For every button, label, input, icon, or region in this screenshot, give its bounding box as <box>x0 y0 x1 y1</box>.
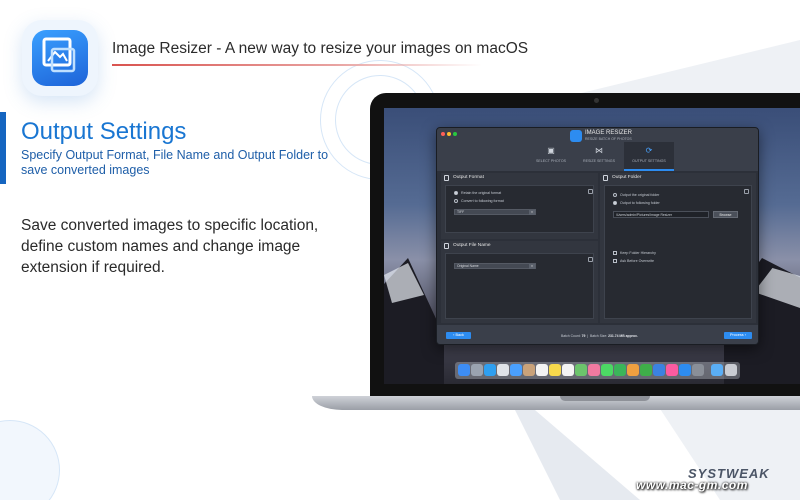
output-format-title: Output Format <box>453 175 484 180</box>
reminders-icon[interactable] <box>562 364 574 376</box>
info-icon[interactable] <box>744 189 749 194</box>
output-file-name-panel: Output File Name Original Name ▾ <box>441 241 598 323</box>
file-name-select[interactable]: Original Name ▾ <box>454 263 536 269</box>
tab-resize-settings[interactable]: ⋈ RESIZE SETTINGS <box>574 142 624 171</box>
photos-app-icon[interactable] <box>588 364 600 376</box>
laptop-notch <box>560 396 650 401</box>
batch-info: Batch Count: 79 | Batch Size: 231.74 MB … <box>561 334 638 338</box>
app-title: IMAGE RESIZER <box>585 130 633 136</box>
radio-convert-format[interactable] <box>454 199 458 203</box>
system-preferences-icon[interactable] <box>692 364 704 376</box>
feature-title: Output Settings <box>21 118 187 145</box>
page-tagline: Image Resizer - A new way to resize your… <box>112 40 529 57</box>
folder-icon[interactable] <box>711 364 723 376</box>
safari-icon[interactable] <box>484 364 496 376</box>
numbers-icon[interactable] <box>640 364 652 376</box>
output-file-name-box: Original Name ▾ <box>445 253 594 319</box>
close-window-button[interactable] <box>441 132 445 136</box>
keep-hierarchy-label: Keep Folder Hierarchy <box>620 251 656 255</box>
radio-original-folder-label: Output the original folder <box>620 193 660 197</box>
maps-icon[interactable] <box>575 364 587 376</box>
output-icon: ⟳ <box>645 146 653 155</box>
facetime-icon[interactable] <box>614 364 626 376</box>
app-titlebar: IMAGE RESIZER RESIZE BATCH OF PHOTOS ▣ S… <box>437 128 758 171</box>
photos-icon[interactable] <box>497 364 509 376</box>
output-folder-panel: Output Folder Output the original folder… <box>600 173 756 323</box>
browse-button[interactable]: Browse <box>713 211 738 218</box>
trash-icon[interactable] <box>725 364 737 376</box>
accent-bar <box>0 112 6 184</box>
radio-retain-format-label: Retain the original format <box>461 191 502 195</box>
info-icon[interactable] <box>588 257 593 262</box>
radio-retain-format[interactable] <box>454 191 458 195</box>
calendar-icon[interactable] <box>536 364 548 376</box>
keep-hierarchy-checkbox[interactable] <box>613 251 617 255</box>
output-path-field[interactable]: /Users/admin/Pictures/Image Resizer <box>613 211 709 218</box>
crop-icon: ▣ <box>547 146 555 155</box>
camera-dot <box>594 98 599 103</box>
folder-icon <box>603 175 608 181</box>
ask-overwrite-checkbox[interactable] <box>613 259 617 263</box>
app-logo-icon <box>570 130 582 142</box>
app-subtitle: RESIZE BATCH OF PHOTOS <box>585 137 632 141</box>
chevron-down-icon: ▾ <box>529 210 535 215</box>
app-store-icon[interactable] <box>679 364 691 376</box>
chevron-down-icon: ▾ <box>529 264 535 269</box>
app-icon <box>22 20 98 96</box>
output-format-box: Retain the original format Convert to fo… <box>445 185 594 233</box>
app-footer: ‹ Back Batch Count: 79 | Batch Size: 231… <box>437 325 758 344</box>
back-button[interactable]: ‹ Back <box>446 332 471 339</box>
output-folder-title: Output Folder <box>612 175 642 180</box>
laptop-base <box>312 396 800 410</box>
format-select[interactable]: TIFF ▾ <box>454 209 536 215</box>
feature-description: Save converted images to specific locati… <box>21 217 319 276</box>
mail-icon[interactable] <box>510 364 522 376</box>
output-file-name-title: Output File Name <box>453 243 491 248</box>
macos-dock <box>455 362 740 379</box>
minimize-window-button[interactable] <box>447 132 451 136</box>
watermark-text: www.mac-gm.com <box>636 478 748 492</box>
radio-convert-format-label: Convert to following format <box>461 199 504 203</box>
radio-original-folder[interactable] <box>613 193 617 197</box>
keynote-icon[interactable] <box>653 364 665 376</box>
radio-following-folder[interactable] <box>613 201 617 205</box>
tagline-underline <box>112 64 482 66</box>
radio-following-folder-label: Output to following folder <box>620 201 660 205</box>
resize-icon: ⋈ <box>595 146 603 155</box>
ask-overwrite-label: Ask Before Overwrite <box>620 259 654 263</box>
itunes-icon[interactable] <box>666 364 678 376</box>
output-folder-box: Output the original folder Output to fol… <box>604 185 752 319</box>
feature-subtitle: Specify Output Format, File Name and Out… <box>21 148 329 177</box>
app-window: IMAGE RESIZER RESIZE BATCH OF PHOTOS ▣ S… <box>436 127 759 345</box>
output-format-panel: Output Format Retain the original format… <box>441 173 598 239</box>
zoom-window-button[interactable] <box>453 132 457 136</box>
image-resizer-icon <box>42 37 76 73</box>
info-icon[interactable] <box>588 189 593 194</box>
format-icon <box>444 175 449 181</box>
finder-icon[interactable] <box>458 364 470 376</box>
pages-icon[interactable] <box>627 364 639 376</box>
launchpad-icon[interactable] <box>471 364 483 376</box>
process-button[interactable]: Process › <box>724 332 752 339</box>
tab-select-photos[interactable]: ▣ SELECT PHOTOS <box>526 142 576 171</box>
tab-output-settings[interactable]: ⟳ OUTPUT SETTINGS <box>624 142 674 171</box>
messages-icon[interactable] <box>601 364 613 376</box>
contacts-icon[interactable] <box>523 364 535 376</box>
decor-ring <box>0 420 60 500</box>
notes-icon[interactable] <box>549 364 561 376</box>
file-icon <box>444 243 449 249</box>
